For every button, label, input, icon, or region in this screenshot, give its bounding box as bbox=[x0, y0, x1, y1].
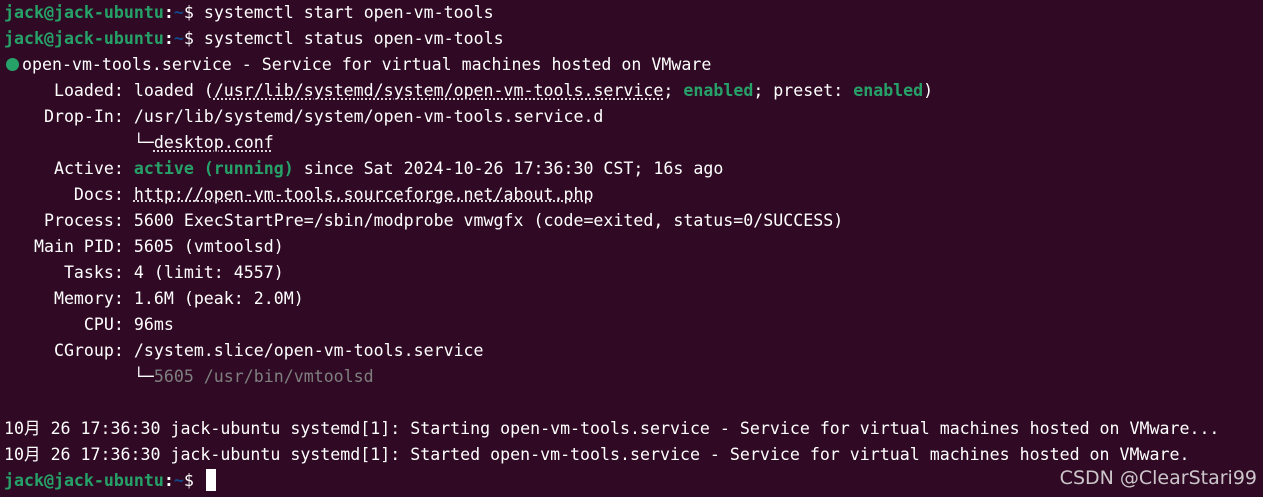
command-text: systemctl status open-vm-tools bbox=[193, 29, 504, 48]
status-dropin-file: └─desktop.conf bbox=[4, 130, 274, 156]
cgroup-value: /system.slice/open-vm-tools.service bbox=[133, 341, 484, 360]
prompt-path: ~ bbox=[173, 471, 184, 490]
dropin-label: Drop-In: bbox=[4, 107, 134, 126]
process-label: Process: bbox=[4, 211, 134, 230]
command-text: systemctl start open-vm-tools bbox=[193, 3, 494, 22]
loaded-preset-enabled: enabled bbox=[853, 81, 924, 100]
prompt-user-host: jack@jack-ubuntu bbox=[4, 471, 164, 490]
status-process: Process: 5600 ExecStartPre=/sbin/modprob… bbox=[4, 208, 843, 234]
prompt-separator: : bbox=[163, 471, 174, 490]
loaded-text: ; bbox=[663, 81, 684, 100]
tasks-label: Tasks: bbox=[4, 263, 134, 282]
active-label: Active: bbox=[4, 159, 134, 178]
memory-label: Memory: bbox=[4, 289, 134, 308]
docs-link[interactable]: http://open-vm-tools.sourceforge.net/abo… bbox=[134, 185, 594, 204]
prompt-symbol: $ bbox=[183, 29, 194, 48]
service-title: open-vm-tools.service - Service for virt… bbox=[22, 55, 712, 74]
prompt-path: ~ bbox=[173, 3, 184, 22]
status-docs: Docs: http://open-vm-tools.sourceforge.n… bbox=[4, 182, 594, 208]
status-cgroup: CGroup: /system.slice/open-vm-tools.serv… bbox=[4, 338, 484, 364]
command-line-1: jack@jack-ubuntu:~$ systemctl start open… bbox=[4, 0, 494, 26]
status-cpu: CPU: 96ms bbox=[4, 312, 174, 338]
watermark: CSDN @ClearStari99 bbox=[1059, 467, 1257, 489]
prompt-symbol: $ bbox=[183, 3, 194, 22]
prompt-separator: : bbox=[163, 29, 174, 48]
cpu-label: CPU: bbox=[4, 315, 134, 334]
command-line-current[interactable]: jack@jack-ubuntu:~$ bbox=[4, 468, 216, 494]
loaded-enabled: enabled bbox=[683, 81, 754, 100]
active-state: active (running) bbox=[133, 159, 294, 178]
service-active-dot-icon bbox=[6, 58, 19, 71]
dropin-file[interactable]: desktop.conf bbox=[154, 133, 274, 152]
cgroup-label: CGroup: bbox=[4, 341, 134, 360]
status-mainpid: Main PID: 5605 (vmtoolsd) bbox=[4, 234, 284, 260]
prompt-symbol: $ bbox=[183, 471, 194, 490]
loaded-text: ) bbox=[923, 81, 934, 100]
loaded-unit-path[interactable]: /usr/lib/systemd/system/open-vm-tools.se… bbox=[214, 81, 664, 100]
text-cursor bbox=[205, 469, 216, 491]
prompt-path: ~ bbox=[173, 29, 184, 48]
prompt-separator: : bbox=[163, 3, 174, 22]
loaded-label: Loaded: bbox=[4, 81, 134, 100]
status-dropin: Drop-In: /usr/lib/systemd/system/open-vm… bbox=[4, 104, 603, 130]
dropin-path: /usr/lib/systemd/system/open-vm-tools.se… bbox=[133, 107, 604, 126]
log-line-1: 10月 26 17:36:30 jack-ubuntu systemd[1]: … bbox=[4, 419, 1220, 438]
tree-branch: └─ bbox=[4, 133, 154, 152]
tree-branch: └─ bbox=[4, 367, 154, 386]
prompt-user-host: jack@jack-ubuntu bbox=[4, 29, 164, 48]
docs-label: Docs: bbox=[4, 185, 134, 204]
command-line-2: jack@jack-ubuntu:~$ systemctl status ope… bbox=[4, 26, 504, 52]
loaded-text: ; preset: bbox=[753, 81, 854, 100]
log-line-2: 10月 26 17:36:30 jack-ubuntu systemd[1]: … bbox=[4, 445, 1190, 464]
process-value: 5600 ExecStartPre=/sbin/modprobe vmwgfx … bbox=[133, 211, 844, 230]
mainpid-label: Main PID: bbox=[4, 237, 134, 256]
active-since: since Sat 2024-10-26 17:36:30 CST; 16s a… bbox=[293, 159, 724, 178]
status-loaded: Loaded: loaded (/usr/lib/systemd/system/… bbox=[4, 78, 933, 104]
cgroup-process: 5605 /usr/bin/vmtoolsd bbox=[153, 367, 374, 386]
mainpid-value: 5605 (vmtoolsd) bbox=[133, 237, 284, 256]
status-tasks: Tasks: 4 (limit: 4557) bbox=[4, 260, 284, 286]
status-active: Active: active (running) since Sat 2024-… bbox=[4, 156, 723, 182]
status-cgroup-process: └─5605 /usr/bin/vmtoolsd bbox=[4, 364, 374, 390]
loaded-text: loaded ( bbox=[133, 81, 214, 100]
tasks-value: 4 (limit: 4557) bbox=[133, 263, 284, 282]
status-header: open-vm-tools.service - Service for virt… bbox=[4, 52, 711, 78]
memory-value: 1.6M (peak: 2.0M) bbox=[133, 289, 304, 308]
status-memory: Memory: 1.6M (peak: 2.0M) bbox=[4, 286, 304, 312]
prompt-user-host: jack@jack-ubuntu bbox=[4, 3, 164, 22]
cpu-value: 96ms bbox=[133, 315, 174, 334]
